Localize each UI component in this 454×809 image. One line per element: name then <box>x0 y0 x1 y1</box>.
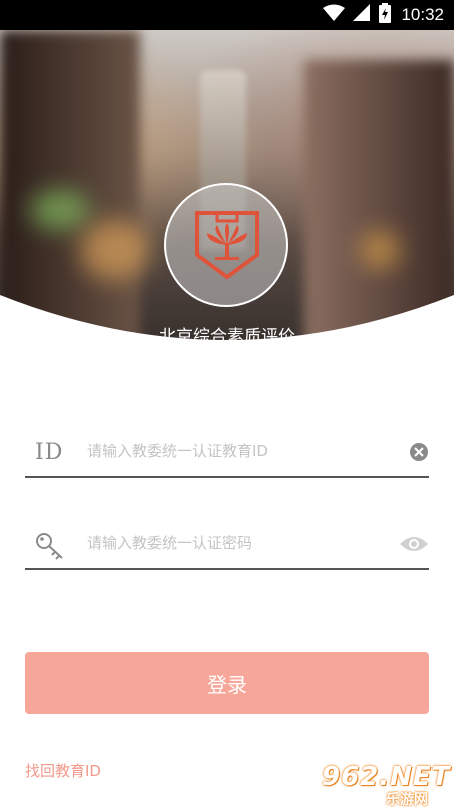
clear-icon[interactable] <box>409 442 429 466</box>
watermark-text-top: 962.NET <box>322 762 451 792</box>
eye-icon[interactable] <box>399 534 429 558</box>
app-title: 北京综合素质评价 <box>159 327 295 347</box>
forgot-id-link[interactable]: 找回教育ID <box>25 760 101 781</box>
key-icon <box>35 532 65 564</box>
background-light <box>30 190 90 230</box>
wifi-icon <box>323 4 346 26</box>
status-icons: 10:32 <box>323 0 444 30</box>
id-field: ID <box>25 430 429 478</box>
status-time: 10:32 <box>401 5 444 24</box>
logo-emblem-icon <box>195 211 259 280</box>
password-field <box>25 522 429 570</box>
watermark-logo: 962.NET 乐游网 <box>312 760 454 808</box>
app-logo <box>164 183 288 307</box>
background-light <box>80 220 150 280</box>
battery-charging-icon <box>379 3 392 27</box>
id-field-label: ID <box>35 440 64 465</box>
status-bar: 10:32 <box>0 0 454 30</box>
login-button[interactable]: 登录 <box>25 652 429 714</box>
background-light <box>360 230 400 270</box>
signal-icon <box>353 4 371 26</box>
watermark-text-bottom: 乐游网 <box>386 792 428 808</box>
id-input[interactable] <box>87 442 387 460</box>
password-input[interactable] <box>87 534 387 552</box>
